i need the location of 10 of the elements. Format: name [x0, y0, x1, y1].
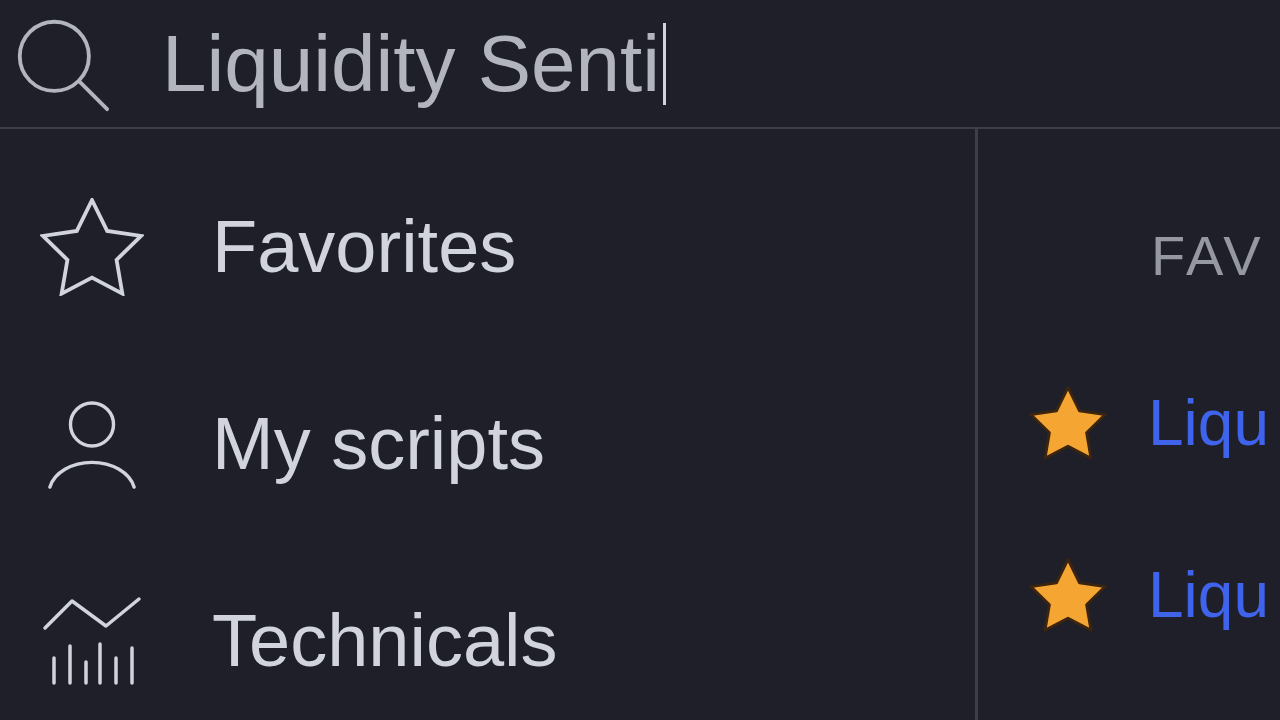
sidebar-item[interactable]: Technicals	[0, 595, 975, 687]
sidebar-item[interactable]: My scripts	[0, 398, 975, 490]
star-outline-icon	[40, 198, 144, 296]
star-icon[interactable]	[1028, 384, 1108, 462]
search-field[interactable]: Liquidity Senti	[162, 13, 673, 114]
person-icon	[46, 399, 138, 489]
sidebar-item[interactable]: Favorites	[0, 201, 975, 293]
star-icon[interactable]	[1028, 556, 1108, 634]
chart-icon	[42, 596, 142, 686]
section-heading: FAV	[1150, 223, 1266, 289]
